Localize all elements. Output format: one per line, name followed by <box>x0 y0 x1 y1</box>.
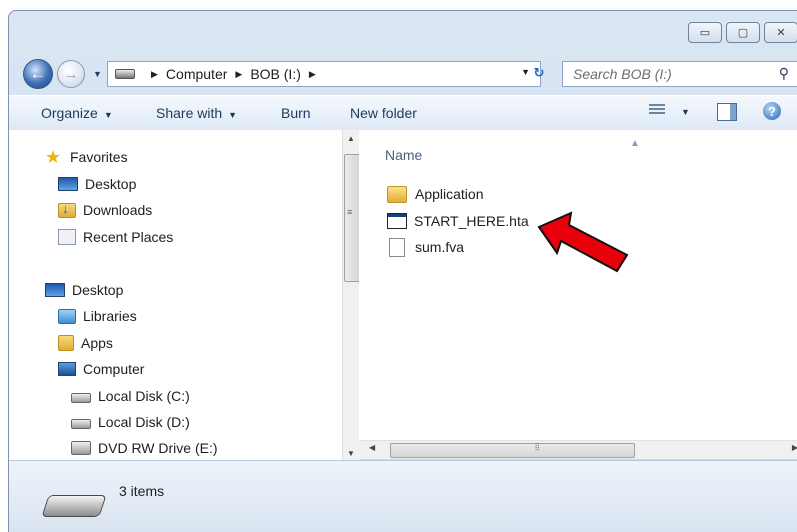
file-item-sum-fva[interactable]: sum.fva <box>387 236 464 258</box>
maximize-button[interactable]: ▢ <box>726 22 760 43</box>
nav-recent-places[interactable]: Recent Places <box>58 226 173 248</box>
scroll-left-icon[interactable]: ◀ <box>369 443 375 452</box>
back-button[interactable]: ← <box>23 59 53 89</box>
nav-desktop-favorite[interactable]: Desktop <box>58 173 136 195</box>
local-disk-icon <box>71 393 91 403</box>
nav-item-label: Desktop <box>85 176 137 192</box>
folder-icon <box>387 185 407 203</box>
organize-button[interactable]: Organize ▼ <box>41 105 113 121</box>
nav-downloads[interactable]: Downloads <box>58 199 152 221</box>
column-header-name[interactable]: Name <box>385 147 422 163</box>
breadcrumb-chevron-icon[interactable]: ▶ <box>151 69 158 80</box>
nav-pane-scrollbar[interactable]: ▲ ≡ ▼ <box>342 130 360 460</box>
back-arrow-icon: ← <box>29 64 47 83</box>
downloads-folder-icon <box>58 201 76 218</box>
nav-item-label: Desktop <box>72 282 124 298</box>
forward-arrow-icon: → <box>63 65 79 83</box>
file-item-start-here-hta[interactable]: START_HERE.hta <box>387 210 529 232</box>
local-disk-icon <box>71 419 91 429</box>
close-button[interactable]: ✕ <box>764 22 797 43</box>
computer-icon <box>58 362 76 376</box>
share-with-label: Share with <box>156 105 223 121</box>
title-bar: ▭ ▢ ✕ <box>9 11 797 49</box>
address-bar[interactable]: ▶ Computer ▶ BOB (I:) ▶ ▼ <box>107 61 541 87</box>
scroll-down-icon[interactable]: ▼ <box>347 449 355 458</box>
nav-favorites[interactable]: ★ Favorites <box>45 146 128 168</box>
removable-drive-icon <box>41 495 107 517</box>
scroll-up-icon[interactable]: ▲ <box>347 134 355 143</box>
nav-item-label: Local Disk (D:) <box>98 414 190 430</box>
breadcrumb-bob-drive[interactable]: BOB (I:) <box>250 66 301 82</box>
scroll-right-icon[interactable]: ▶ <box>792 443 797 452</box>
red-arrow-annotation <box>537 211 629 273</box>
breadcrumb-chevron-icon[interactable]: ▶ <box>309 69 316 80</box>
new-folder-label: New folder <box>350 105 417 121</box>
nav-apps[interactable]: Apps <box>58 332 113 354</box>
preview-pane-icon[interactable] <box>717 103 737 121</box>
minimize-button[interactable]: ▭ <box>688 22 722 43</box>
scrollbar-grip-icon: ⦙⦙ <box>535 442 540 453</box>
generic-file-icon <box>389 237 405 257</box>
scrollbar-thumb[interactable]: ⦙⦙ <box>390 442 635 458</box>
help-icon[interactable]: ? <box>763 102 781 120</box>
navigation-pane: ★ Favorites Desktop Downloads Recent Plac… <box>9 130 342 460</box>
libraries-icon <box>58 308 76 324</box>
window-controls: ▭ ▢ ✕ <box>688 22 797 43</box>
search-icon[interactable]: ⚲ <box>779 65 789 82</box>
star-icon: ★ <box>45 147 62 167</box>
item-count: 3 items <box>119 483 165 499</box>
horizontal-scrollbar[interactable]: ◀ ⦙⦙ ▶ <box>359 440 797 459</box>
scrollbar-thumb[interactable] <box>344 154 360 282</box>
chevron-down-icon: ▼ <box>228 110 238 120</box>
share-with-button[interactable]: Share with ▼ <box>156 105 237 121</box>
command-bar: Organize ▼ Share with ▼ Burn New folder ▼ … <box>9 95 797 131</box>
view-dropdown-icon[interactable]: ▼ <box>681 107 690 117</box>
history-dropdown-icon[interactable]: ▼ <box>93 69 102 79</box>
file-item-application[interactable]: Application <box>387 183 484 205</box>
nav-libraries[interactable]: Libraries <box>58 305 137 327</box>
burn-button[interactable]: Burn <box>281 105 311 121</box>
new-folder-button[interactable]: New folder <box>350 105 417 121</box>
address-row: ← → ▼ ▶ Computer ▶ BOB (I:) ▶ ▼ ↻ Search… <box>9 55 797 89</box>
nav-item-label: Downloads <box>83 202 153 218</box>
sort-ascending-icon: ▲ <box>630 138 640 149</box>
nav-local-disk-c[interactable]: Local Disk (C:) <box>71 385 190 407</box>
change-view-icon[interactable] <box>649 104 665 118</box>
breadcrumb-chevron-icon[interactable]: ▶ <box>235 69 242 80</box>
file-name: sum.fva <box>415 239 465 255</box>
search-placeholder: Search BOB (I:) <box>573 66 672 82</box>
nav-computer[interactable]: Computer <box>58 358 144 380</box>
nav-dvd-drive[interactable]: DVD RW Drive (E:) <box>71 437 218 459</box>
file-list-pane: ▲ Name Application START_HERE.hta sum.fv… <box>359 130 797 458</box>
apps-folder-icon <box>58 335 74 351</box>
dvd-drive-icon <box>71 441 91 455</box>
scrollbar-grip-icon: ≡ <box>347 207 353 217</box>
nav-item-label: Computer <box>83 361 145 377</box>
nav-desktop[interactable]: Desktop <box>45 279 123 301</box>
file-name: START_HERE.hta <box>414 213 529 229</box>
nav-item-label: Apps <box>81 335 113 351</box>
recent-places-icon <box>58 229 76 245</box>
drive-icon <box>115 69 135 79</box>
nav-item-label: Recent Places <box>83 229 174 245</box>
hta-file-icon <box>387 213 407 229</box>
nav-local-disk-d[interactable]: Local Disk (D:) <box>71 411 190 433</box>
nav-item-label: Local Disk (C:) <box>98 388 190 404</box>
breadcrumb-computer[interactable]: Computer <box>166 66 227 82</box>
desktop-icon <box>45 283 65 297</box>
nav-item-label: Libraries <box>83 308 137 324</box>
burn-label: Burn <box>281 105 311 121</box>
desktop-icon <box>58 177 78 191</box>
organize-label: Organize <box>41 105 98 121</box>
explorer-window: ▭ ▢ ✕ ← → ▼ ▶ Computer ▶ BOB (I:) ▶ ▼ ↻ … <box>8 10 797 532</box>
file-name: Application <box>415 186 484 202</box>
search-input[interactable]: Search BOB (I:) ⚲ <box>562 61 797 87</box>
nav-item-label: DVD RW Drive (E:) <box>98 440 218 456</box>
nav-item-label: Favorites <box>70 149 128 165</box>
details-pane: 3 items <box>9 460 797 532</box>
refresh-icon[interactable]: ↻ <box>526 61 552 85</box>
chevron-down-icon: ▼ <box>103 110 113 120</box>
forward-button[interactable]: → <box>57 60 85 88</box>
